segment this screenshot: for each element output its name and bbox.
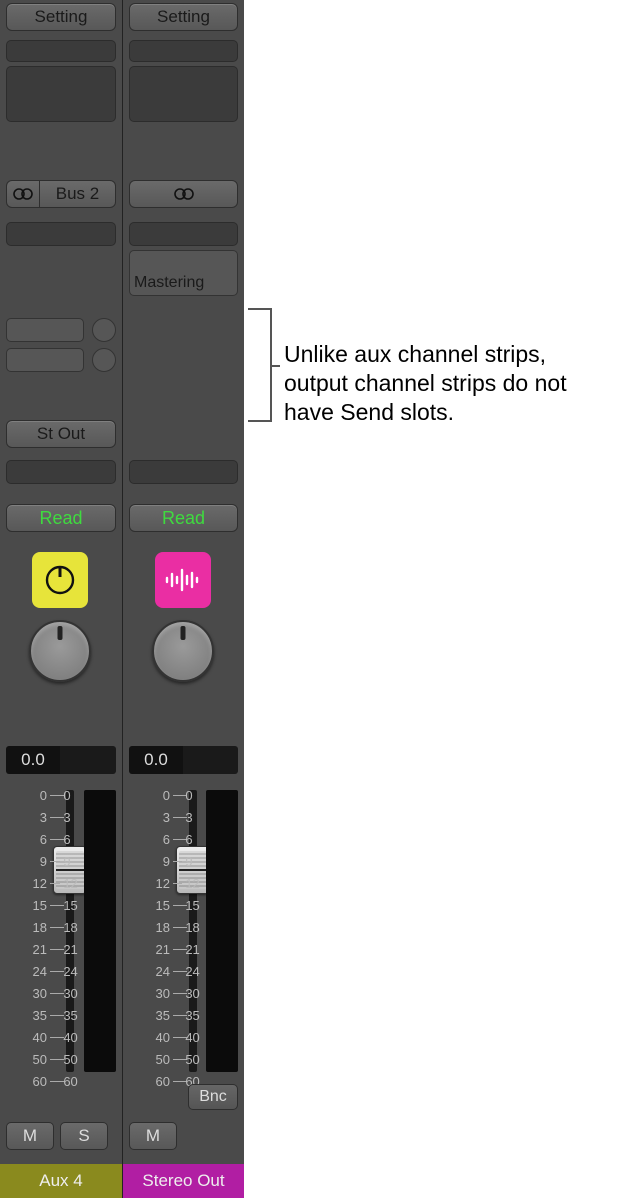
solo-button[interactable]: S [60,1122,108,1150]
fader-area: 036912151821243035405060 036912151821243… [129,786,238,1076]
scale-tick: 3 [52,810,80,825]
mute-button[interactable]: M [6,1122,54,1150]
level-meter [206,790,238,1072]
scale-tick: 40 [52,1030,80,1045]
setting-button[interactable]: Setting [6,3,116,31]
mastering-label: Mastering [134,274,204,292]
scale-tick: 18 [174,920,202,935]
slot-group[interactable] [129,460,238,484]
scale-tick: 24 [52,964,80,979]
scale-tick: 21 [174,942,202,957]
channel-name[interactable]: Aux 4 [0,1164,122,1198]
scale-tick: 35 [174,1008,202,1023]
input-row[interactable]: Bus 2 [6,180,116,208]
scale-tick: 3 [174,810,202,825]
scale-tick: 21 [52,942,80,957]
channel-name[interactable]: Stereo Out [123,1164,244,1198]
scale-tick: 9 [52,854,80,869]
slot-insert-1[interactable] [129,222,238,246]
send-knob-1[interactable] [92,318,116,342]
volume-value[interactable]: 0.0 [129,746,183,774]
meter-scale: 036912151821243035405060 [52,788,80,1074]
bounce-button[interactable]: Bnc [188,1084,238,1110]
slot-group[interactable] [6,460,116,484]
fader-area: 036912151821243035405060 036912151821243… [6,786,116,1076]
scale-tick: 6 [52,832,80,847]
stereo-icon[interactable] [129,180,238,208]
channel-strip-aux: Setting Bus 2 St Out Read 0.0 [0,0,122,1198]
scale-tick: 24 [174,964,202,979]
peak-display [60,746,116,774]
stereo-mode[interactable] [129,180,238,208]
knob-icon [42,562,78,598]
automation-mode-button[interactable]: Read [129,504,238,532]
scale-tick: 18 [52,920,80,935]
slot-insert-1[interactable] [6,222,116,246]
scale-tick: 60 [52,1074,80,1089]
scale-tick: 40 [174,1030,202,1045]
stereo-icon[interactable] [6,180,40,208]
callout-stem [272,365,280,367]
scale-tick: 15 [52,898,80,913]
track-icon[interactable] [32,552,88,608]
scale-tick: 12 [52,876,80,891]
send-slot-1[interactable] [6,318,84,342]
output-button[interactable]: St Out [6,420,116,448]
send-knob-2[interactable] [92,348,116,372]
scale-tick: 0 [174,788,202,803]
scale-tick: 30 [174,986,202,1001]
scale-tick: 50 [174,1052,202,1067]
channel-strip-output: Setting Mastering Read [122,0,244,1198]
slot-eq[interactable] [129,66,238,122]
annotation-text: Unlike aux channel strips, output channe… [284,340,594,426]
slot-eq[interactable] [6,66,116,122]
automation-mode-button[interactable]: Read [6,504,116,532]
scale-tick: 0 [52,788,80,803]
scale-tick: 15 [174,898,202,913]
slot-gain[interactable] [6,40,116,62]
input-label[interactable]: Bus 2 [40,180,116,208]
slot-gain[interactable] [129,40,238,62]
scale-tick: 50 [52,1052,80,1067]
scale-tick: 35 [52,1008,80,1023]
volume-value[interactable]: 0.0 [6,746,60,774]
mute-button[interactable]: M [129,1122,177,1150]
track-icon[interactable] [155,552,211,608]
scale-tick: 9 [174,854,202,869]
level-meter [84,790,116,1072]
setting-button[interactable]: Setting [129,3,238,31]
scale-tick: 30 [52,986,80,1001]
send-slot-2[interactable] [6,348,84,372]
balance-knob[interactable] [152,620,214,682]
pan-knob[interactable] [29,620,91,682]
waveform-icon [163,566,203,594]
scale-tick: 12 [174,876,202,891]
meter-scale: 036912151821243035405060 [174,788,202,1074]
mastering-slot[interactable]: Mastering [129,250,238,296]
scale-tick: 6 [174,832,202,847]
mixer-strips: Setting Bus 2 St Out Read 0.0 [0,0,244,1198]
callout-bracket [246,308,272,422]
peak-display [183,746,238,774]
